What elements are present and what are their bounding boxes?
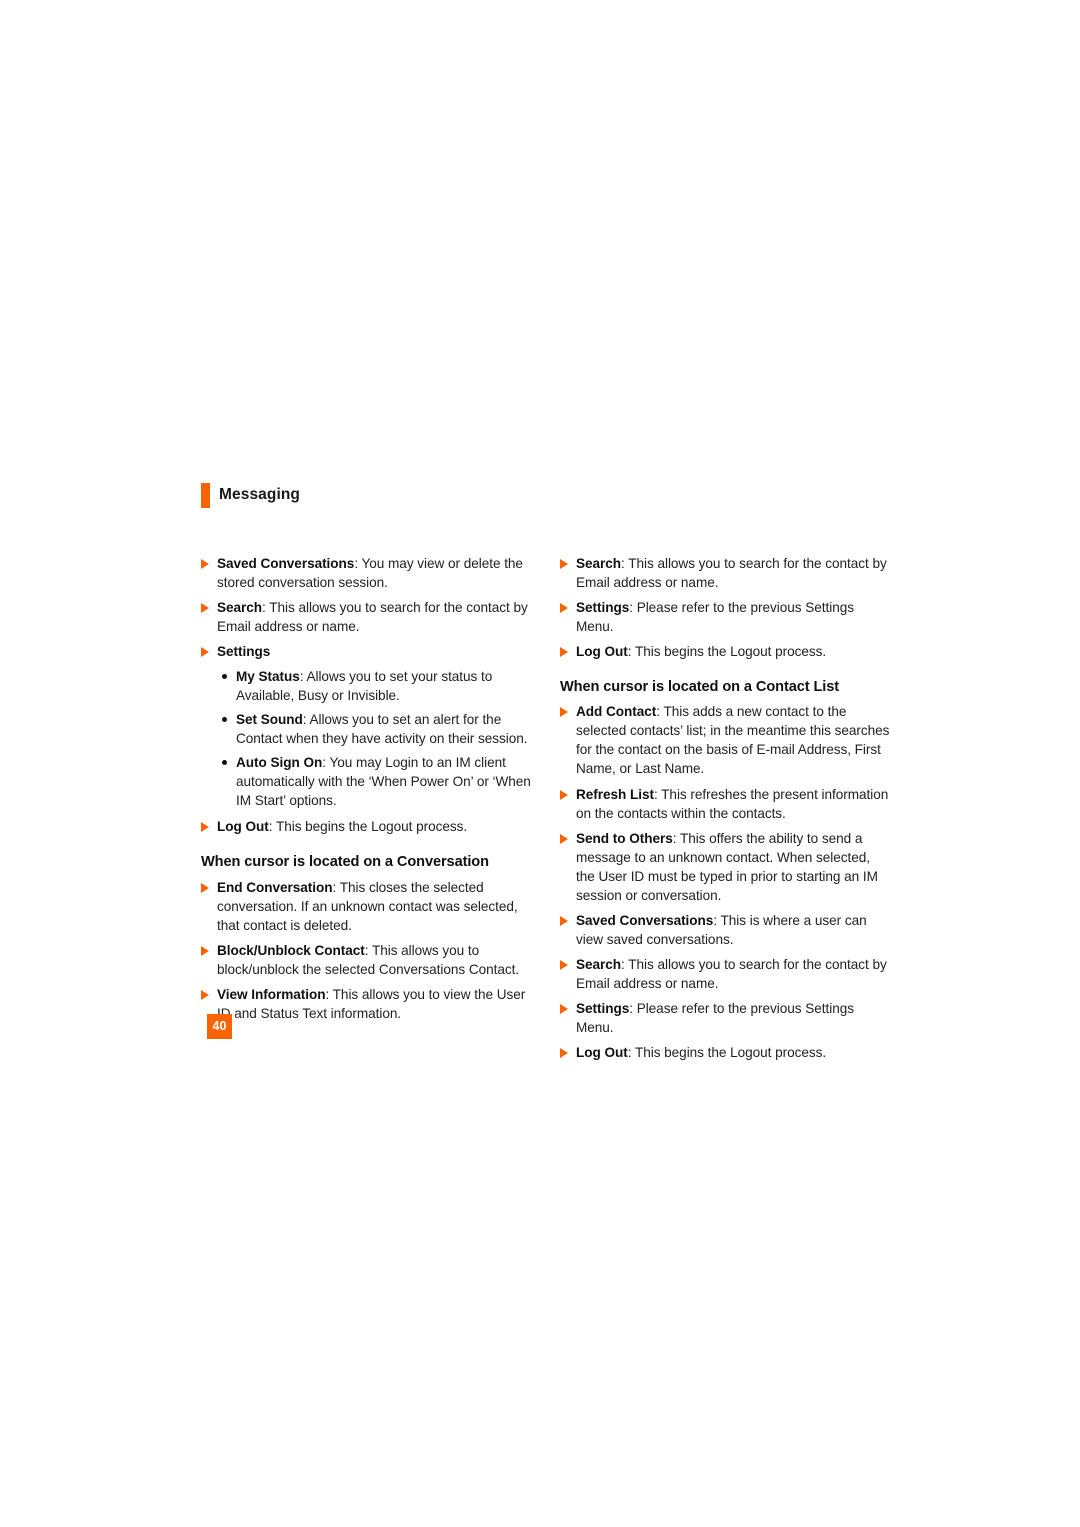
item-description: : This allows you to search for the cont… [576, 556, 887, 591]
item-term: Settings [576, 1000, 630, 1016]
dot-bullet-icon [222, 760, 227, 766]
arrow-bullet-icon [201, 945, 209, 956]
list-item: View Information: This allows you to vie… [201, 985, 531, 1023]
item-term: Saved Conversations [217, 556, 355, 571]
list-item: Add Contact: This adds a new contact to … [560, 702, 890, 778]
dot-bullet-icon [222, 674, 227, 680]
item-term: Auto Sign On [236, 755, 323, 771]
arrow-bullet-icon [560, 833, 568, 844]
list-item: Settings: Please refer to the previous S… [560, 598, 890, 636]
accent-rule-icon [201, 483, 210, 508]
list-item: Saved Conversations: You may view or del… [201, 554, 531, 592]
item-term: Settings [217, 644, 271, 660]
list-item: Set Sound: Allows you to set an alert fo… [219, 710, 531, 748]
arrow-bullet-icon [201, 989, 209, 1000]
list-item: Search: This allows you to search for th… [560, 955, 890, 993]
item-term: Settings [576, 600, 630, 616]
arrow-bullet-icon [201, 882, 209, 893]
list-item: Log Out: This begins the Logout process. [201, 817, 531, 836]
item-description: : This begins the Logout process. [627, 644, 827, 660]
arrow-bullet-icon [560, 603, 568, 614]
item-term: Search [576, 556, 622, 571]
left-column: Saved Conversations: You may view or del… [201, 554, 531, 1029]
item-description: : This allows you to search for the cont… [217, 600, 528, 635]
list-item: Log Out: This begins the Logout process. [560, 642, 890, 661]
list-item: Send to Others: This offers the ability … [560, 829, 890, 905]
list-item: End Conversation: This closes the select… [201, 878, 531, 935]
arrow-bullet-icon [201, 647, 209, 658]
list-item: Settings: Please refer to the previous S… [560, 999, 890, 1037]
arrow-bullet-icon [201, 822, 209, 833]
item-term: Send to Others [576, 830, 673, 846]
arrow-bullet-icon [560, 707, 568, 718]
list-item: Refresh List: This refreshes the present… [560, 785, 890, 823]
item-term: Saved Conversations [576, 912, 714, 928]
arrow-bullet-icon [201, 603, 209, 614]
arrow-bullet-icon [560, 647, 568, 658]
list-item: My Status: Allows you to set your status… [219, 667, 531, 705]
arrow-bullet-icon [201, 559, 209, 569]
running-header: Messaging [201, 483, 300, 508]
list-item: Settings [201, 642, 531, 661]
item-term: Search [217, 600, 263, 616]
item-term: Log Out [576, 1044, 628, 1060]
list-item: Block/Unblock Contact: This allows you t… [201, 941, 531, 979]
document-page: Messaging Saved Conversations: You may v… [0, 0, 1080, 1527]
right-column: Search: This allows you to search for th… [560, 554, 890, 1068]
arrow-bullet-icon [560, 959, 568, 970]
arrow-bullet-icon [560, 915, 568, 926]
item-description: : This begins the Logout process. [268, 819, 468, 835]
item-term: View Information [217, 986, 326, 1002]
item-term: End Conversation [217, 879, 333, 895]
item-term: Set Sound [236, 712, 303, 728]
arrow-bullet-icon [560, 1047, 568, 1058]
arrow-bullet-icon [560, 789, 568, 800]
item-term: Log Out [217, 819, 269, 835]
item-description: : This begins the Logout process. [627, 1044, 827, 1060]
settings-sub-list: My Status: Allows you to set your status… [201, 667, 531, 810]
item-term: My Status [236, 669, 300, 685]
item-description: : This allows you to search for the cont… [576, 956, 887, 991]
item-term: Add Contact [576, 704, 657, 720]
item-term: Refresh List [576, 786, 654, 802]
arrow-bullet-icon [560, 559, 568, 569]
dot-bullet-icon [222, 717, 227, 723]
section-heading-contact-list: When cursor is located on a Contact List [560, 679, 839, 696]
page-number-badge: 40 [207, 1014, 232, 1039]
running-header-title: Messaging [219, 486, 301, 504]
list-item: Search: This allows you to search for th… [201, 598, 531, 636]
item-term: Log Out [576, 644, 628, 660]
list-item: Log Out: This begins the Logout process. [560, 1043, 890, 1062]
item-term: Block/Unblock Contact [217, 942, 365, 958]
list-item: Auto Sign On: You may Login to an IM cli… [219, 753, 531, 810]
item-term: Search [576, 956, 622, 972]
section-heading-conversation: When cursor is located on a Conversation [201, 854, 489, 871]
arrow-bullet-icon [560, 1003, 568, 1014]
list-item: Search: This allows you to search for th… [560, 554, 890, 592]
list-item: Saved Conversations: This is where a use… [560, 911, 890, 949]
